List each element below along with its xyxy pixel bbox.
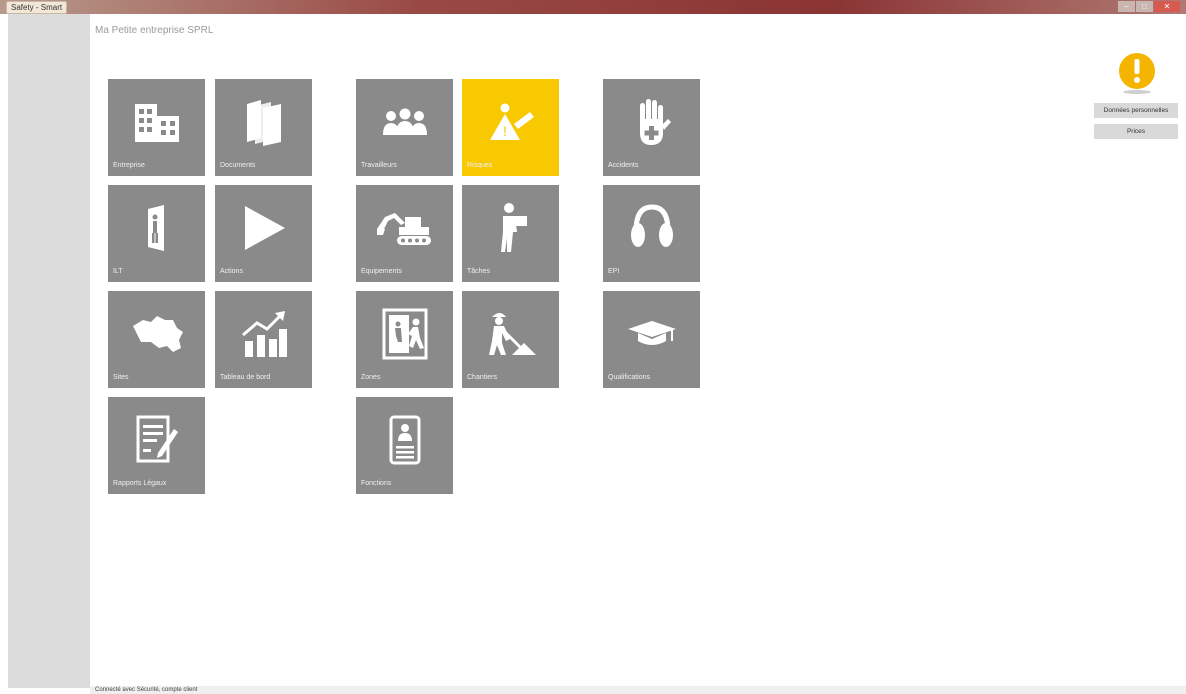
company-name: Ma Petite entreprise SPRL <box>95 25 214 36</box>
maximize-button[interactable]: □ <box>1136 1 1153 12</box>
tile-label: EPI <box>608 268 620 275</box>
play-icon <box>215 203 312 253</box>
tile-fonctions[interactable]: Fonctions <box>356 397 453 494</box>
tile-risques[interactable]: ! Risques <box>462 79 559 176</box>
tile-label: Rapports Légaux <box>113 480 167 487</box>
tile-zones[interactable]: Zones <box>356 291 453 388</box>
tile-label: Zones <box>361 374 381 381</box>
warning-icon[interactable] <box>1116 52 1158 94</box>
tile-equipements[interactable]: Equipements <box>356 185 453 282</box>
tile-label: Tableau de bord <box>220 374 271 381</box>
window-controls: – □ ✕ <box>1117 1 1180 12</box>
tile-label: Actions <box>220 268 243 275</box>
tile-documents[interactable]: Documents <box>215 79 312 176</box>
tile-label: Qualifications <box>608 374 651 381</box>
tile-epi[interactable]: EPI <box>603 185 700 282</box>
tile-chantiers[interactable]: Chantiers <box>462 291 559 388</box>
left-sidebar <box>8 14 90 688</box>
tile-entreprise[interactable]: Entreprise <box>108 79 205 176</box>
close-button[interactable]: ✕ <box>1154 1 1180 12</box>
tile-travailleurs[interactable]: Travailleurs <box>356 79 453 176</box>
personal-data-button[interactable]: Données personnelles <box>1094 103 1178 118</box>
tile-label: Chantiers <box>467 374 497 381</box>
app-title-tab[interactable]: Safety - Smart <box>6 1 68 14</box>
svg-text:!: ! <box>503 123 507 139</box>
status-bar: Connecté avec Sécurité, compte client <box>90 686 1186 694</box>
tile-qualifications[interactable]: Qualifications <box>603 291 700 388</box>
status-text: Connecté avec Sécurité, compte client <box>95 687 198 693</box>
exit-sign-icon <box>356 308 453 360</box>
building-icon <box>108 97 205 147</box>
tile-label: Entreprise <box>113 162 145 169</box>
tile-label: Fonctions <box>361 480 392 487</box>
tile-label: Tâches <box>467 268 490 275</box>
workers-icon <box>356 97 453 147</box>
window-titlebar: Safety - Smart – □ ✕ <box>0 0 1186 14</box>
excavator-icon <box>356 203 453 253</box>
hand-cross-icon <box>603 97 700 147</box>
books-icon <box>215 97 312 147</box>
tile-label: Travailleurs <box>361 162 397 169</box>
ear-protection-icon <box>603 203 700 253</box>
tile-label: Documents <box>220 162 256 169</box>
door-person-icon <box>108 203 205 253</box>
tile-taches[interactable]: Tâches <box>462 185 559 282</box>
id-badge-icon <box>356 415 453 465</box>
risk-sign-icon: ! <box>462 97 559 147</box>
worker-box-icon <box>462 203 559 253</box>
report-icon <box>108 415 205 465</box>
tile-label: Accidents <box>608 162 639 169</box>
chart-icon <box>215 309 312 359</box>
tile-label: Sites <box>113 374 129 381</box>
tile-tableau-de-bord[interactable]: Tableau de bord <box>215 291 312 388</box>
tile-rapports-legaux[interactable]: Rapports Légaux <box>108 397 205 494</box>
tile-label: ILT <box>113 268 123 275</box>
digger-worker-icon <box>462 309 559 359</box>
minimize-button[interactable]: – <box>1118 1 1135 12</box>
tile-actions[interactable]: Actions <box>215 185 312 282</box>
tile-accidents[interactable]: Accidents <box>603 79 700 176</box>
tile-label: Risques <box>467 162 493 169</box>
graduation-cap-icon <box>603 309 700 359</box>
tile-label: Equipements <box>361 268 402 275</box>
tile-sites[interactable]: Sites <box>108 291 205 388</box>
map-icon <box>108 309 205 359</box>
prices-button[interactable]: Prices <box>1094 124 1178 139</box>
tile-ilt[interactable]: ILT <box>108 185 205 282</box>
